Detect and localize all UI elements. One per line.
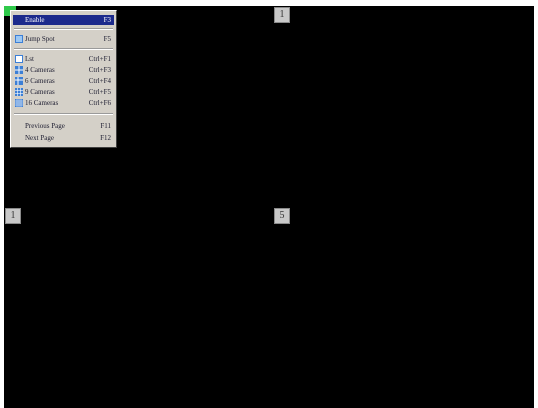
menu-separator — [14, 113, 113, 115]
menu-item-label: 16 Cameras — [25, 99, 59, 107]
menu-item-shortcut: F5 — [103, 35, 111, 43]
sixteen-view-icon — [15, 99, 23, 107]
quad-view-icon — [15, 66, 23, 74]
menu-item-single-view[interactable]: Lst Ctrl+F1 — [13, 54, 114, 64]
menu-item-shortcut: F11 — [100, 122, 111, 130]
menu-item-shortcut: Ctrl+F3 — [88, 66, 111, 74]
menu-item-shortcut: Ctrl+F5 — [88, 88, 111, 96]
menu-item-shortcut: Ctrl+F4 — [88, 77, 111, 85]
menu-item-jump-spot[interactable]: Jump Spot F5 — [13, 34, 114, 44]
menu-item-shortcut: F12 — [100, 134, 111, 142]
menu-item-9-cameras[interactable]: 9 Cameras Ctrl+F5 — [13, 87, 114, 97]
menu-item-shortcut: Ctrl+F6 — [88, 99, 111, 107]
menu-separator — [14, 28, 113, 30]
menu-item-next-page[interactable]: Next Page F12 — [13, 133, 114, 143]
menu-item-label: 4 Cameras — [25, 66, 55, 74]
menu-item-label: Jump Spot — [25, 35, 55, 43]
menu-item-label: Lst — [25, 55, 34, 63]
channel-tag-center: 5 — [274, 208, 290, 224]
nine-view-icon — [15, 88, 23, 96]
six-view-icon — [15, 77, 23, 85]
menu-item-16-cameras[interactable]: 16 Cameras Ctrl+F6 — [13, 98, 114, 108]
jump-spot-icon — [15, 35, 23, 43]
menu-item-6-cameras[interactable]: 6 Cameras Ctrl+F4 — [13, 76, 114, 86]
single-view-icon — [15, 55, 23, 63]
channel-tag-left: 1 — [5, 208, 21, 224]
menu-item-label: 6 Cameras — [25, 77, 55, 85]
menu-item-shortcut: F3 — [103, 16, 111, 24]
menu-item-label: Previous Page — [25, 122, 65, 130]
context-menu: Enable F3 Jump Spot F5 Lst Ctrl+F1 4 Cam… — [10, 10, 117, 148]
menu-item-shortcut: Ctrl+F1 — [88, 55, 111, 63]
menu-item-label: Next Page — [25, 134, 54, 142]
menu-item-4-cameras[interactable]: 4 Cameras Ctrl+F3 — [13, 65, 114, 75]
menu-item-label: 9 Cameras — [25, 88, 55, 96]
channel-tag-top: 1 — [274, 7, 290, 23]
menu-item-enable[interactable]: Enable F3 — [13, 15, 114, 25]
menu-separator — [14, 48, 113, 50]
menu-item-previous-page[interactable]: Previous Page F11 — [13, 121, 114, 131]
menu-item-label: Enable — [25, 16, 45, 24]
